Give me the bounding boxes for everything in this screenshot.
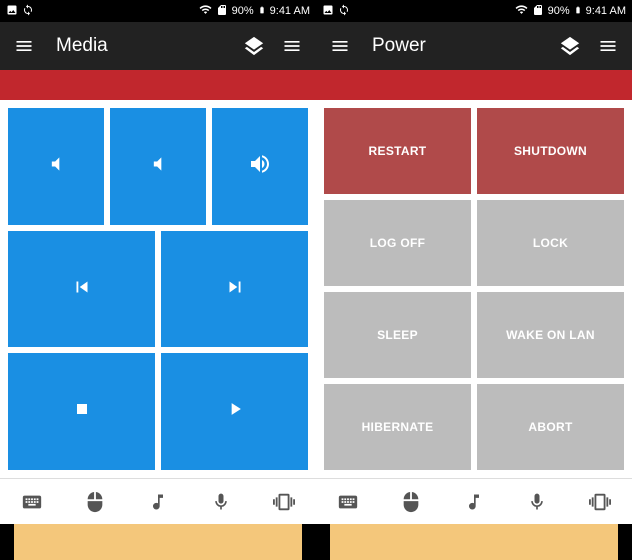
ad-bar-wrap [0, 524, 316, 560]
nav-music[interactable] [454, 482, 494, 522]
sync-icon [338, 4, 350, 19]
hibernate-button[interactable]: HIBERNATE [324, 384, 471, 470]
status-bar: 90% 9:41 AM [0, 0, 316, 22]
picture-icon [6, 4, 18, 19]
battery-pct: 90% [548, 5, 570, 17]
wol-button[interactable]: WAKE ON LAN [477, 292, 624, 378]
clock: 9:41 AM [270, 5, 310, 17]
media-grid [0, 100, 316, 478]
red-strip [0, 70, 316, 100]
picture-icon [322, 4, 334, 19]
bottom-nav [316, 478, 632, 524]
sync-icon [22, 4, 34, 19]
battery-pct: 90% [232, 5, 254, 17]
menu-button[interactable] [326, 32, 354, 60]
volume-down-button[interactable] [8, 108, 104, 225]
toolbar: Power [316, 22, 632, 70]
previous-icon [71, 276, 93, 303]
next-button[interactable] [161, 231, 308, 348]
phone-power: 90% 9:41 AM Power RESTART SHUTDOWN [316, 0, 632, 560]
mute-button[interactable] [110, 108, 206, 225]
restart-button[interactable]: RESTART [324, 108, 471, 194]
red-strip [316, 70, 632, 100]
play-icon [225, 399, 245, 424]
wifi-icon [199, 3, 212, 19]
ad-bar-wrap [316, 524, 632, 560]
sleep-button[interactable]: SLEEP [324, 292, 471, 378]
nav-keyboard[interactable] [328, 482, 368, 522]
nav-mic[interactable] [517, 482, 557, 522]
ad-bar [330, 524, 618, 560]
phone-media: 90% 9:41 AM Media [0, 0, 316, 560]
stop-button[interactable] [8, 353, 155, 470]
play-button[interactable] [161, 353, 308, 470]
nav-keyboard[interactable] [12, 482, 52, 522]
next-icon [224, 276, 246, 303]
nav-mouse[interactable] [75, 482, 115, 522]
logoff-button[interactable]: LOG OFF [324, 200, 471, 286]
toolbar: Media [0, 22, 316, 70]
nav-vibrate[interactable] [264, 482, 304, 522]
lock-button[interactable]: LOCK [477, 200, 624, 286]
mute-icon [148, 154, 168, 179]
battery-icon [574, 4, 582, 19]
nav-mouse[interactable] [391, 482, 431, 522]
shutdown-button[interactable]: SHUTDOWN [477, 108, 624, 194]
power-grid: RESTART SHUTDOWN LOG OFF LOCK SLEEP WAKE… [316, 100, 632, 478]
layers-button[interactable] [556, 32, 584, 60]
volume-up-button[interactable] [212, 108, 308, 225]
ad-bar [14, 524, 302, 560]
menu-button[interactable] [10, 32, 38, 60]
page-title: Media [56, 35, 240, 57]
volume-up-icon [248, 152, 272, 181]
abort-button[interactable]: ABORT [477, 384, 624, 470]
battery-icon [258, 4, 266, 19]
stop-icon [72, 399, 92, 424]
page-title: Power [372, 35, 556, 57]
status-bar: 90% 9:41 AM [316, 0, 632, 22]
previous-button[interactable] [8, 231, 155, 348]
sd-icon [532, 4, 544, 19]
sd-icon [216, 4, 228, 19]
overflow-button[interactable] [594, 32, 622, 60]
clock: 9:41 AM [586, 5, 626, 17]
nav-music[interactable] [138, 482, 178, 522]
wifi-icon [515, 3, 528, 19]
nav-mic[interactable] [201, 482, 241, 522]
volume-down-icon [46, 154, 66, 179]
nav-vibrate[interactable] [580, 482, 620, 522]
layers-button[interactable] [240, 32, 268, 60]
overflow-button[interactable] [278, 32, 306, 60]
bottom-nav [0, 478, 316, 524]
